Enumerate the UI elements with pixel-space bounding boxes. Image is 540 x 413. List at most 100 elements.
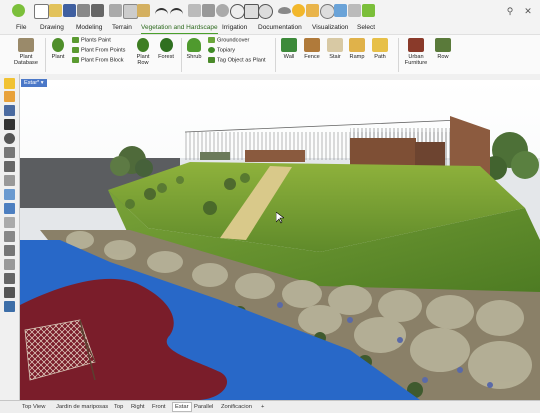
viewport-label-text: Estar* (24, 80, 40, 86)
render-icon[interactable] (362, 4, 375, 17)
path-label: Path (374, 54, 386, 60)
stair-button[interactable]: Stair (325, 38, 345, 60)
urban-furniture-button[interactable]: Urban Furniture (402, 38, 430, 66)
redo-icon[interactable] (170, 8, 183, 16)
plant-database-button[interactable]: Plant Database (12, 38, 40, 66)
zoom-icon[interactable] (230, 4, 245, 19)
tab-documentation[interactable]: Documentation (258, 23, 302, 33)
plant-from-points-icon (72, 47, 79, 53)
topiary-label: Topiary (217, 47, 236, 54)
tab-zonificacion[interactable]: Zonificacion (221, 403, 252, 411)
plant-database-label: Plant Database (14, 54, 38, 66)
pan-icon[interactable] (202, 4, 215, 17)
ribbon-separator (45, 38, 46, 72)
viewport-3d[interactable] (20, 80, 540, 400)
pencil-icon[interactable] (306, 4, 319, 17)
tab-parallel[interactable]: Parallel (194, 403, 213, 411)
plant-database-icon (18, 38, 34, 52)
tab-select[interactable]: Select (357, 23, 375, 33)
copy-icon[interactable] (123, 4, 138, 19)
add-view-tab-button[interactable]: + (261, 403, 264, 411)
select-icon[interactable] (188, 4, 201, 17)
plant-button[interactable]: Plant (48, 38, 68, 60)
dimension-tool-icon[interactable] (4, 273, 15, 284)
rotate-view-icon[interactable] (216, 4, 229, 17)
tag-object-icon (208, 57, 215, 63)
ribbon-separator (275, 38, 276, 72)
save-icon[interactable] (63, 4, 76, 17)
tab-jardin-de-mariposas[interactable]: Jardin de mariposas (56, 403, 108, 411)
tab-modeling[interactable]: Modeling (76, 23, 102, 33)
plant-from-block-button[interactable]: Plant From Block (72, 57, 124, 64)
path-icon (372, 38, 388, 52)
boolean-tool-icon[interactable] (4, 245, 15, 256)
stair-icon (327, 38, 343, 52)
curve-tool-icon[interactable] (4, 119, 15, 130)
wall-button[interactable]: Wall (279, 38, 299, 60)
tag-object-as-plant-label: Tag Object as Plant (217, 57, 266, 64)
tab-right[interactable]: Right (131, 403, 145, 411)
fence-button[interactable]: Fence (302, 38, 322, 60)
array-tool-icon[interactable] (4, 259, 15, 270)
app-logo-icon[interactable] (12, 4, 25, 17)
arc-tool-icon[interactable] (4, 147, 15, 158)
rectangle-tool-icon[interactable] (4, 161, 15, 172)
plant-row-button[interactable]: Plant Row (133, 38, 153, 66)
tab-top-view[interactable]: Top View (22, 403, 45, 411)
plant-row-label: Plant Row (136, 54, 150, 66)
tab-terrain[interactable]: Terrain (112, 23, 132, 33)
zoom-extents-icon[interactable] (244, 4, 259, 19)
mesh-tool-icon[interactable] (4, 217, 15, 228)
fence-label: Fence (304, 54, 320, 60)
tab-top[interactable]: Top (114, 403, 123, 411)
topiary-button[interactable]: Topiary (208, 47, 235, 54)
close-icon[interactable]: ✕ (522, 5, 534, 17)
groundcover-icon (208, 37, 215, 43)
path-button[interactable]: Path (370, 38, 390, 60)
search-icon[interactable]: ⚲ (504, 5, 516, 17)
view-eye-icon[interactable] (278, 7, 291, 14)
shrub-button[interactable]: Shrub (184, 38, 204, 60)
select-tool-icon[interactable] (4, 78, 15, 89)
paste-icon[interactable] (137, 4, 150, 17)
viewport-label[interactable]: Estar* ▾ (21, 79, 47, 87)
tab-visualization[interactable]: Visualization (312, 23, 348, 33)
polyline-tool-icon[interactable] (4, 105, 15, 116)
tab-estar[interactable]: Estar (172, 402, 192, 412)
sun-icon[interactable] (292, 4, 305, 17)
forest-button[interactable]: Forest (156, 38, 176, 60)
plant-from-points-button[interactable]: Plant From Points (72, 47, 125, 54)
circle-tool-icon[interactable] (4, 133, 15, 144)
undo-icon[interactable] (155, 8, 168, 16)
new-file-icon[interactable] (34, 4, 49, 19)
properties-icon[interactable] (91, 4, 104, 17)
tag-object-as-plant-button[interactable]: Tag Object as Plant (208, 57, 266, 64)
groundcover-button[interactable]: Groundcover (208, 37, 249, 44)
tab-file[interactable]: File (16, 23, 26, 33)
zoom-window-icon[interactable] (258, 4, 273, 19)
tab-irrigation[interactable]: Irrigation (222, 23, 247, 33)
layer-icon[interactable] (334, 4, 347, 17)
ramp-button[interactable]: Ramp (347, 38, 367, 60)
layer-tool-icon[interactable] (4, 301, 15, 312)
ramp-label: Ramp (349, 54, 365, 60)
tab-front[interactable]: Front (152, 403, 166, 411)
point-tool-icon[interactable] (4, 91, 15, 102)
ramp-icon (349, 38, 365, 52)
light-bulb-icon[interactable] (320, 4, 335, 19)
surface-tool-icon[interactable] (4, 189, 15, 200)
wall-icon (281, 38, 297, 52)
lock-icon[interactable] (348, 4, 361, 17)
render-tool-icon[interactable] (4, 287, 15, 298)
tab-drawing[interactable]: Drawing (40, 23, 64, 33)
forest-icon (159, 38, 173, 52)
solid-tool-icon[interactable] (4, 203, 15, 214)
polygon-tool-icon[interactable] (4, 175, 15, 186)
transform-tool-icon[interactable] (4, 231, 15, 242)
cut-icon[interactable] (109, 4, 122, 17)
open-file-icon[interactable] (49, 4, 62, 17)
plant-icon (52, 38, 64, 52)
print-icon[interactable] (77, 4, 90, 17)
plants-paint-button[interactable]: Plants Paint (72, 37, 111, 44)
row-button[interactable]: Row (433, 38, 453, 60)
